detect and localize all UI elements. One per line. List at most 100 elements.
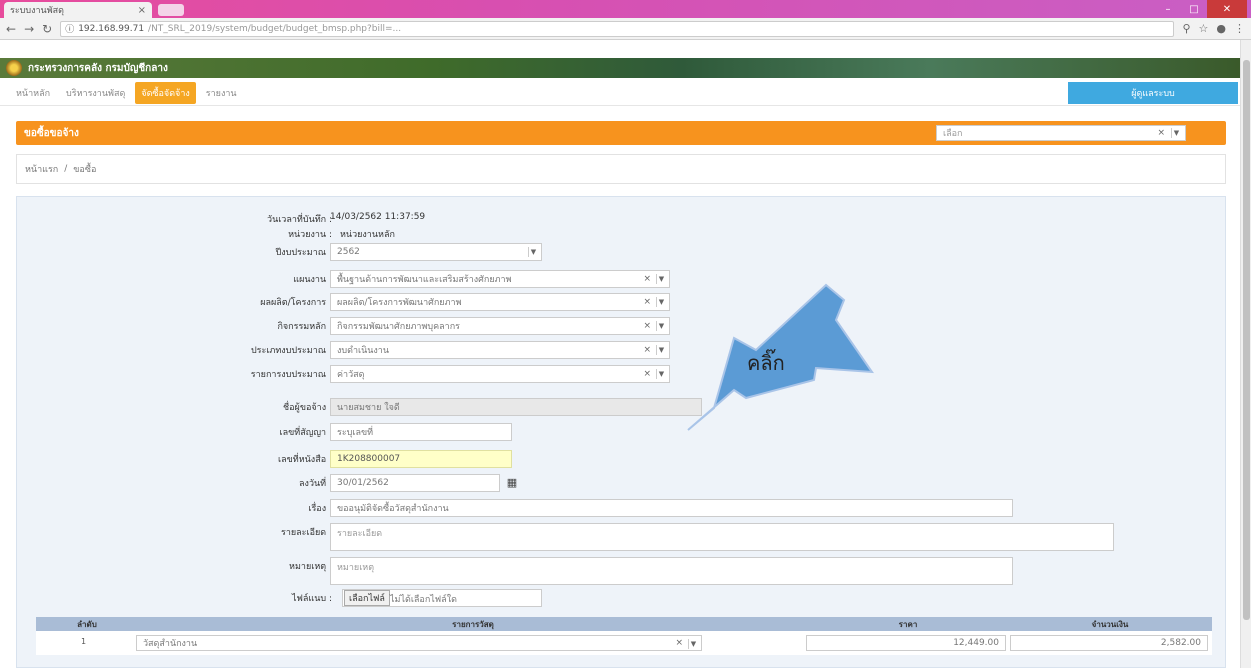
new-tab-button[interactable] — [158, 4, 184, 16]
maximize-icon[interactable]: □ — [1181, 0, 1207, 18]
row-plan: แผนงาน : พื้นฐานด้านการพัฒนาและเสริมสร้า… — [17, 270, 1227, 288]
clear-icon[interactable]: × — [643, 274, 651, 284]
budget-item-select[interactable]: ค่าวัสดุ × ▼ — [330, 365, 670, 383]
row-doc-date: ลงวันที่ : 30/01/2562 ▦ — [17, 474, 1227, 492]
calendar-icon[interactable]: ▦ — [505, 475, 519, 489]
breadcrumb-home[interactable]: หน้าแรก — [25, 162, 58, 176]
url-host: 192.168.99.71 — [78, 23, 145, 34]
row-subject: เรื่อง : ขออนุมัติจัดซื้อวัสดุสำนักงาน — [17, 499, 1227, 517]
col-price: ราคา — [898, 619, 918, 629]
budget-type-label: ประเภทงบประมาณ : — [250, 346, 332, 356]
row-contract: เลขที่สัญญา : ระบุเลขที่ — [17, 423, 1227, 441]
browser-tab[interactable]: ระบบงานพัสดุ × — [4, 2, 152, 18]
close-icon[interactable]: × — [138, 5, 146, 16]
reason-placeholder: รายละเอียด — [337, 529, 383, 539]
clear-icon[interactable]: × — [1157, 128, 1165, 138]
reason-textarea[interactable]: รายละเอียด — [330, 523, 1114, 551]
chevron-down-icon: ▼ — [656, 297, 666, 307]
minimize-icon[interactable]: – — [1155, 0, 1181, 18]
tab-title: ระบบงานพัสดุ — [10, 6, 64, 16]
site-banner: กระทรวงการคลัง กรมบัญชีกลาง — [0, 58, 1240, 78]
requester-label: ชื่อผู้ขอจ้าง : — [283, 403, 332, 413]
plan-select[interactable]: พื้นฐานด้านการพัฒนาและเสริมสร้างศักยภาพ … — [330, 270, 670, 288]
note-textarea[interactable]: หมายเหตุ — [330, 557, 1013, 585]
chevron-down-icon: ▼ — [656, 321, 666, 331]
project-label: ผลผลิต/โครงการ : — [260, 298, 332, 308]
clear-icon[interactable]: × — [643, 369, 651, 379]
page-scrollbar[interactable] — [1240, 40, 1251, 668]
breadcrumb-current: ขอซื้อ — [73, 165, 97, 175]
clear-icon[interactable]: × — [643, 345, 651, 355]
row-agency: หน่วยงาน : หน่วยงานหลัก — [17, 225, 1227, 243]
chevron-down-icon: ▼ — [688, 639, 698, 649]
date-label: วันเวลาที่บันทึก : — [267, 215, 332, 225]
star-icon[interactable]: ☆ — [1199, 22, 1209, 35]
row-budget-type: ประเภทงบประมาณ : งบดำเนินงาน × ▼ — [17, 341, 1227, 359]
contract-placeholder: ระบุเลขที่ — [337, 428, 374, 438]
row-project: ผลผลิต/โครงการ : ผลผลิต/โครงการพัฒนาศักย… — [17, 293, 1227, 311]
cell-amount: 2,582.00 — [1160, 638, 1201, 648]
section-select-value: เลือก — [943, 129, 963, 139]
forward-icon[interactable]: → — [24, 22, 34, 36]
note-label: หมายเหตุ : — [289, 562, 332, 572]
callout-text: คลิ๊ก — [747, 351, 785, 375]
clear-icon[interactable]: × — [675, 638, 683, 648]
reload-icon[interactable]: ↻ — [42, 22, 52, 36]
doc-date-input[interactable]: 30/01/2562 — [330, 474, 500, 492]
price-input[interactable]: 12,449.00 — [806, 635, 1006, 651]
subject-value: ขออนุมัติจัดซื้อวัสดุสำนักงาน — [337, 504, 449, 514]
zoom-icon[interactable]: ⚲ — [1182, 22, 1190, 35]
section-select[interactable]: เลือก × ▼ — [936, 125, 1186, 141]
item-select[interactable]: วัสดุสำนักงาน × ▼ — [136, 635, 702, 651]
chevron-down-icon[interactable]: ▼ — [1171, 128, 1181, 138]
date-value: 14/03/2562 11:37:59 — [330, 212, 426, 222]
fiscal-year-label: ปีงบประมาณ : — [275, 248, 332, 258]
section-header: ขอซื้อขอจ้าง เลือก × ▼ — [16, 121, 1226, 145]
menu-item-procurement[interactable]: จัดซื้อจัดจ้าง — [135, 81, 196, 104]
requester-value: นายสมชาย ใจดี — [337, 403, 400, 413]
doc-date-value: 30/01/2562 — [337, 478, 389, 488]
clear-icon[interactable]: × — [643, 321, 651, 331]
row-budget-item: รายการงบประมาณ : ค่าวัสดุ × ▼ — [17, 365, 1227, 383]
window-close-icon[interactable]: ✕ — [1207, 0, 1247, 18]
choose-file-button[interactable]: เลือกไฟล์ — [344, 590, 390, 606]
doc-date-label: ลงวันที่ : — [299, 479, 332, 489]
url-input[interactable]: ⓘ 192.168.99.71 /NT_SRL_2019/system/budg… — [60, 20, 1175, 37]
browser-tabbar: ระบบงานพัสดุ × – □ ✕ — [0, 0, 1251, 18]
fiscal-year-value: 2562 — [337, 247, 360, 257]
table-header: ลำดับ รายการวัสดุ ราคา จำนวนเงิน — [36, 617, 1212, 631]
activity-select[interactable]: กิจกรรมพัฒนาศักยภาพบุคลากร × ▼ — [330, 317, 670, 335]
fiscal-year-select[interactable]: 2562 ▼ — [330, 243, 542, 261]
row-doc-no: เลขที่หนังสือ : 1K208800007 — [17, 450, 1227, 468]
extension-icon[interactable]: ● — [1216, 22, 1226, 35]
doc-no-input[interactable]: 1K208800007 — [330, 450, 512, 468]
subject-input[interactable]: ขออนุมัติจัดซื้อวัสดุสำนักงาน — [330, 499, 1013, 517]
back-icon[interactable]: ← — [6, 22, 16, 36]
menu-icon[interactable]: ⋮ — [1234, 22, 1245, 35]
clear-icon[interactable]: × — [643, 297, 651, 307]
attach-label: ไฟล์แนบ : — [292, 594, 332, 604]
project-select[interactable]: ผลผลิต/โครงการพัฒนาศักยภาพ × ▼ — [330, 293, 670, 311]
amount-input[interactable]: 2,582.00 — [1010, 635, 1208, 651]
budget-item-value: ค่าวัสดุ — [337, 370, 365, 380]
breadcrumb-separator: / — [64, 164, 68, 174]
url-path: /NT_SRL_2019/system/budget/budget_bmsp.p… — [148, 23, 402, 34]
agency-label: หน่วยงาน : — [288, 230, 332, 240]
doc-no-value: 1K208800007 — [337, 454, 401, 464]
doc-no-label: เลขที่หนังสือ : — [278, 455, 332, 465]
menu-item-management[interactable]: บริหารงานพัสดุ — [60, 82, 131, 104]
col-item: รายการวัสดุ — [452, 619, 494, 629]
cell-item: วัสดุสำนักงาน — [143, 639, 198, 649]
row-fiscal-year: ปีงบประมาณ : 2562 ▼ — [17, 243, 1227, 261]
contract-input[interactable]: ระบุเลขที่ — [330, 423, 512, 441]
budget-item-label: รายการงบประมาณ : — [250, 370, 332, 380]
row-requester: ชื่อผู้ขอจ้าง : นายสมชาย ใจดี — [17, 398, 1227, 416]
menu-item-home[interactable]: หน้าหลัก — [10, 82, 56, 104]
user-button[interactable]: ผู้ดูแลระบบ — [1068, 82, 1238, 104]
project-value: ผลผลิต/โครงการพัฒนาศักยภาพ — [337, 298, 462, 308]
reason-label: รายละเอียด : — [280, 528, 332, 538]
scroll-thumb[interactable] — [1243, 60, 1250, 620]
menu-item-report[interactable]: รายงาน — [200, 82, 243, 104]
budget-type-select[interactable]: งบดำเนินงาน × ▼ — [330, 341, 670, 359]
col-no: ลำดับ — [77, 619, 97, 629]
